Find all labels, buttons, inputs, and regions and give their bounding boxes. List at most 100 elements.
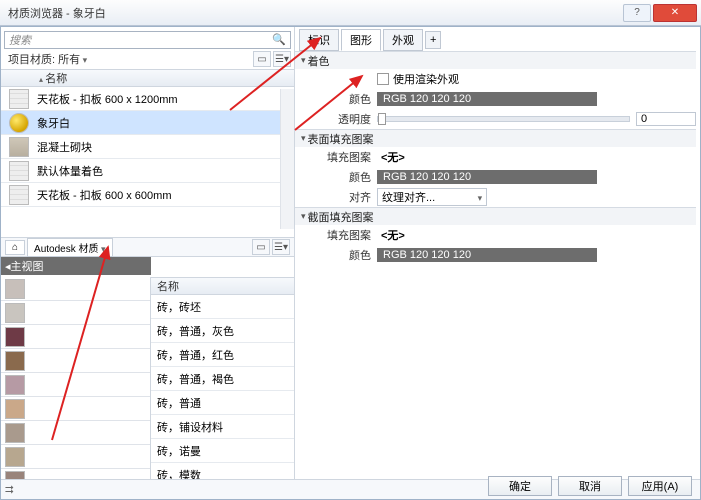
cut-color-label: 颜色 — [325, 247, 377, 263]
lib-col-name: 名称 — [157, 278, 179, 294]
row-shading-color: 颜色 RGB 120 120 120 — [295, 89, 696, 109]
status-bar: ⮆ 确定 取消 应用(A) — [1, 479, 700, 499]
thumb-swatch — [5, 471, 25, 480]
lib-sort-icon[interactable]: ☰▾ — [272, 239, 290, 255]
project-scrollbar[interactable] — [280, 89, 294, 229]
material-name: 混凝土砌块 — [37, 139, 92, 155]
material-swatch — [9, 161, 29, 181]
row-cut-color: 颜色 RGB 120 120 120 — [295, 245, 696, 265]
search-icon: 🔍 — [272, 33, 286, 46]
view-mode-icon[interactable]: ▭ — [253, 51, 271, 67]
alignment-dropdown[interactable]: 纹理对齐... — [377, 188, 487, 206]
use-render-label: 使用渲染外观 — [393, 71, 459, 87]
project-material-list: 天花板 - 扣板 600 x 1200mm象牙白混凝土砌块默认体量着色天花板 -… — [1, 87, 294, 207]
tab-add[interactable]: + — [425, 31, 441, 49]
library-thumb[interactable] — [1, 445, 150, 469]
shading-color-value[interactable]: RGB 120 120 120 — [377, 92, 597, 106]
library-thumb[interactable] — [1, 301, 150, 325]
tabs-row: 标识 图形 外观 + — [295, 27, 700, 51]
apply-button[interactable]: 应用(A) — [628, 476, 692, 496]
use-render-checkbox[interactable] — [377, 73, 389, 85]
row-surface-fill: 填充图案 <无> — [295, 147, 696, 167]
home-button[interactable]: ⌂ — [5, 240, 25, 255]
right-panel: 标识 图形 外观 + 着色 使用渲染外观 颜色 RGB 120 120 120 … — [295, 27, 700, 479]
row-transparency: 透明度 0 — [295, 109, 696, 129]
align-label: 对齐 — [325, 189, 377, 205]
library-row[interactable]: 砖，普通 — [151, 391, 294, 415]
col-name: 名称 — [39, 70, 67, 86]
material-row[interactable]: 天花板 - 扣板 600 x 600mm — [1, 183, 294, 207]
sort-icon[interactable]: ☰▾ — [273, 51, 291, 67]
project-filter-row: 项目材质: 所有 ▭ ☰▾ — [1, 49, 294, 69]
group-cut-fill[interactable]: 截面填充图案 — [295, 207, 696, 225]
library-name-list: 砖，砖坯砖，普通，灰色砖，普通，红色砖，普通，褐色砖，普通砖，铺设材料砖，诺曼砖… — [151, 295, 294, 479]
thumb-swatch — [5, 351, 25, 371]
color-label: 颜色 — [325, 91, 377, 107]
help-button[interactable]: ? — [623, 4, 651, 22]
thumb-swatch — [5, 327, 25, 347]
ok-button[interactable]: 确定 — [488, 476, 552, 496]
library-row[interactable]: 砖，铺设材料 — [151, 415, 294, 439]
library-thumb-col[interactable] — [1, 277, 151, 479]
library-row[interactable]: 砖，砖坯 — [151, 295, 294, 319]
window-buttons: ? ✕ — [623, 4, 697, 22]
search-input[interactable]: 搜索 🔍 — [4, 31, 291, 49]
library-thumb[interactable] — [1, 421, 150, 445]
material-name: 默认体量着色 — [37, 163, 103, 179]
surface-color-value[interactable]: RGB 120 120 120 — [377, 170, 597, 184]
library-thumb[interactable] — [1, 469, 150, 479]
group-shading[interactable]: 着色 — [295, 51, 696, 69]
thumb-swatch — [5, 399, 25, 419]
cancel-button[interactable]: 取消 — [558, 476, 622, 496]
library-thumb[interactable] — [1, 373, 150, 397]
tab-identity[interactable]: 标识 — [299, 29, 339, 51]
material-row[interactable]: 混凝土砌块 — [1, 135, 294, 159]
library-row[interactable]: 砖，普通，褐色 — [151, 367, 294, 391]
tab-appearance[interactable]: 外观 — [383, 29, 423, 51]
library-dropdown[interactable]: Autodesk 材质 — [27, 238, 113, 257]
library-thumb[interactable] — [1, 325, 150, 349]
properties: 着色 使用渲染外观 颜色 RGB 120 120 120 透明度 0 表面填 — [295, 51, 700, 265]
thumb-swatch — [5, 423, 25, 443]
material-row[interactable]: 默认体量着色 — [1, 159, 294, 183]
library-row[interactable]: 砖，普通，红色 — [151, 343, 294, 367]
thumb-swatch — [5, 279, 25, 299]
dialog-buttons: 确定 取消 应用(A) — [488, 476, 692, 496]
library-split: 名称 砖，砖坯砖，普通，灰色砖，普通，红色砖，普通，褐色砖，普通砖，铺设材料砖，… — [1, 277, 294, 479]
library-row[interactable]: 砖，模数 — [151, 463, 294, 479]
material-row[interactable]: 天花板 - 扣板 600 x 1200mm — [1, 87, 294, 111]
expand-icon[interactable]: ⮆ — [5, 484, 14, 497]
surf-color-label: 颜色 — [325, 169, 377, 185]
transparency-value[interactable]: 0 — [636, 112, 696, 126]
row-use-render: 使用渲染外观 — [295, 69, 696, 89]
material-swatch — [9, 113, 29, 133]
dialog-frame: 搜索 🔍 项目材质: 所有 ▭ ☰▾ 名称 天花板 - 扣板 600 x 120… — [0, 26, 701, 500]
project-column-header[interactable]: 名称 — [1, 69, 294, 87]
thumb-swatch — [5, 447, 25, 467]
library-column-header[interactable]: 名称 — [151, 277, 294, 295]
library-thumb[interactable] — [1, 277, 150, 301]
thumb-swatch — [5, 303, 25, 323]
tab-graphics[interactable]: 图形 — [341, 29, 381, 51]
surface-fill-value[interactable]: <无> — [377, 148, 409, 166]
cut-fill-label: 填充图案 — [325, 227, 377, 243]
project-filter[interactable]: 项目材质: 所有 — [4, 50, 91, 68]
row-surface-color: 颜色 RGB 120 120 120 — [295, 167, 696, 187]
library-row[interactable]: 砖，普通，灰色 — [151, 319, 294, 343]
cut-fill-value[interactable]: <无> — [377, 226, 409, 244]
library-thumb[interactable] — [1, 349, 150, 373]
close-button[interactable]: ✕ — [653, 4, 697, 22]
library-thumb[interactable] — [1, 397, 150, 421]
left-panel: 搜索 🔍 项目材质: 所有 ▭ ☰▾ 名称 天花板 - 扣板 600 x 120… — [1, 27, 295, 479]
tree-header[interactable]: 主视图 — [1, 257, 151, 275]
material-row[interactable]: 象牙白 — [1, 111, 294, 135]
library-row[interactable]: 砖，诺曼 — [151, 439, 294, 463]
transparency-slider[interactable] — [377, 116, 630, 122]
search-row: 搜索 🔍 — [1, 27, 294, 49]
cut-color-value[interactable]: RGB 120 120 120 — [377, 248, 597, 262]
group-surface-fill[interactable]: 表面填充图案 — [295, 129, 696, 147]
transp-label: 透明度 — [325, 111, 377, 127]
row-cut-fill: 填充图案 <无> — [295, 225, 696, 245]
library-bar: ⌂ Autodesk 材质 ▭ ☰▾ — [1, 237, 294, 257]
lib-view-icon[interactable]: ▭ — [252, 239, 270, 255]
